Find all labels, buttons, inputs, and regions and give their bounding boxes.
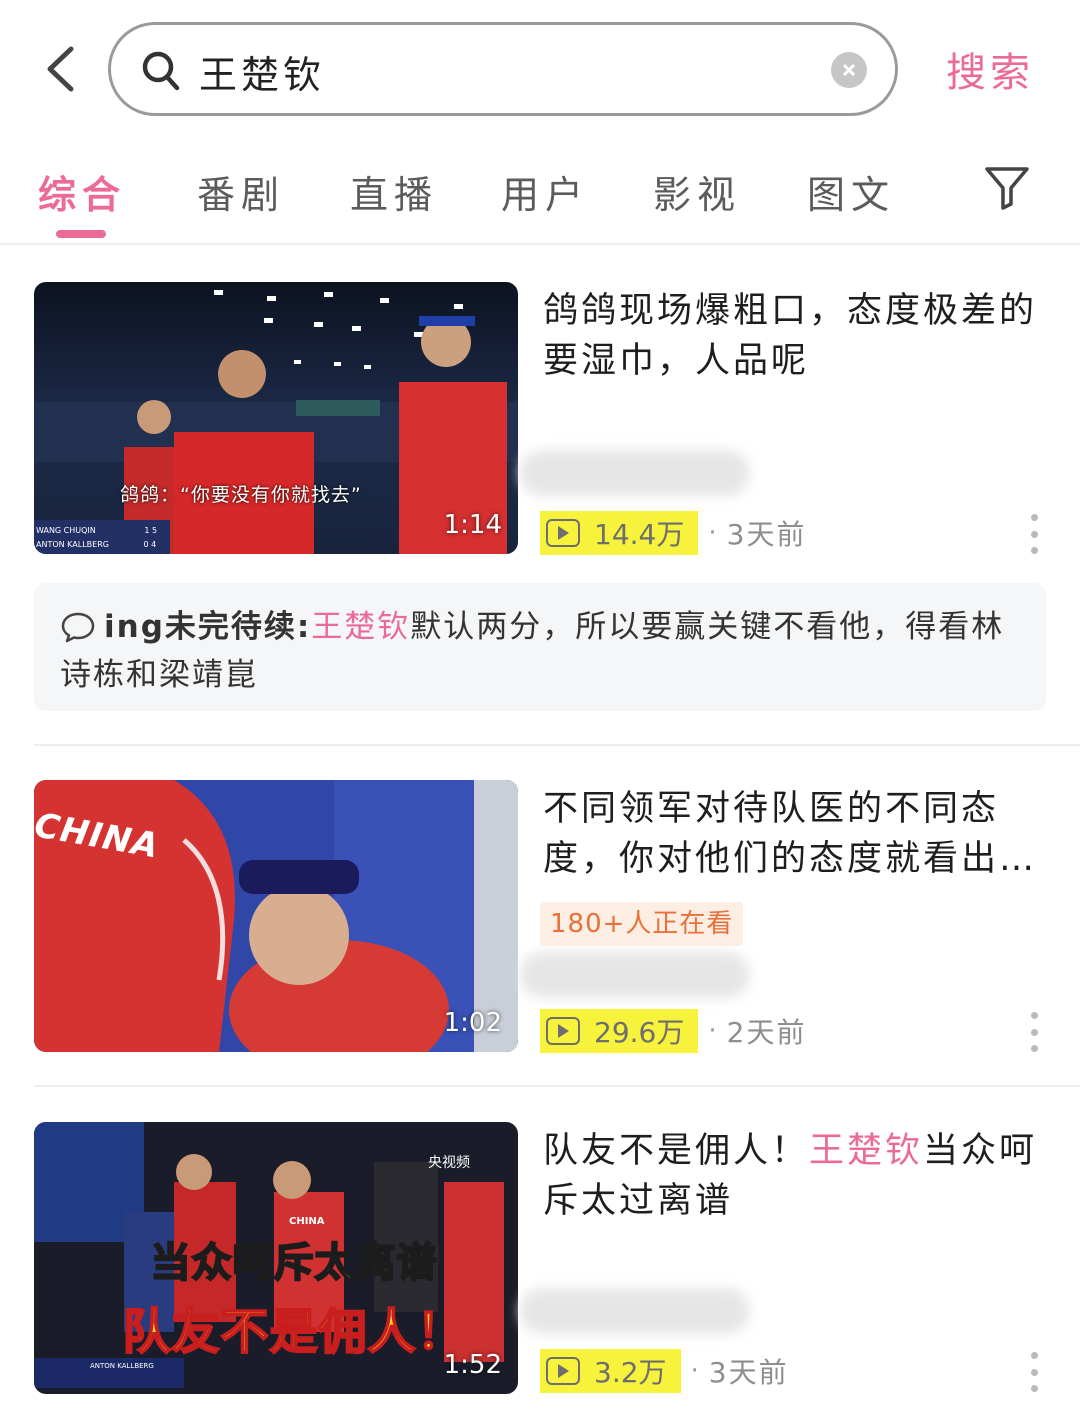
view-count: 14.4万 — [540, 511, 699, 555]
clear-search-button[interactable] — [831, 52, 867, 88]
scoreboard-name: ANTON KALLBERG — [90, 1362, 154, 1370]
play-count-icon — [546, 1357, 580, 1385]
thumbnail-caption-line1: 当众呵斥太离谱 — [150, 1239, 438, 1287]
tab-live[interactable]: 直播 — [350, 164, 438, 219]
more-options-button[interactable] — [1026, 1352, 1042, 1392]
category-tabs: 综合 番剧 直播 用户 影视 图文 — [0, 150, 1080, 245]
view-count: 3.2万 — [540, 1349, 681, 1393]
thumbnail-caption-line2: 队友不是佣人！ — [121, 1303, 466, 1361]
close-icon — [842, 63, 856, 77]
separator-dot: · — [690, 1356, 699, 1386]
video-thumbnail[interactable]: CHINA 1:02 — [34, 780, 518, 1052]
video-stats: 29.6万 · 2天前 — [540, 1008, 806, 1054]
more-options-button[interactable] — [1026, 1012, 1042, 1052]
publish-time: 2天前 — [726, 1016, 807, 1049]
search-header: 搜索 — [0, 0, 1080, 138]
video-duration: 1:52 — [443, 1350, 502, 1380]
title-part: 队友不是佣人！ — [543, 1131, 810, 1171]
play-count-icon — [546, 1017, 580, 1045]
related-comment[interactable]: ing未完待续:王楚钦默认两分，所以要赢关键不看他，得看林诗栋和梁靖崑 — [34, 583, 1046, 711]
video-duration: 1:14 — [443, 510, 502, 540]
publish-time: 3天前 — [708, 1356, 789, 1389]
score-2: 0 4 — [143, 540, 157, 549]
video-thumbnail[interactable]: 鸽鸽：“你要没有你就找去” WANG CHUQIN 1 5 ANTON KALL… — [34, 282, 518, 554]
score-1: 1 5 — [144, 526, 158, 535]
separator-dot: · — [708, 518, 717, 548]
tab-users[interactable]: 用户 — [501, 164, 589, 219]
tabs-divider — [0, 243, 1080, 245]
tab-anime[interactable]: 番剧 — [197, 164, 285, 219]
result-divider — [34, 1085, 1080, 1087]
uploader-name-blurred[interactable] — [520, 1288, 750, 1334]
video-stats: 3.2万 · 3天前 — [540, 1348, 789, 1394]
publish-time: 3天前 — [726, 518, 807, 551]
active-tab-indicator — [56, 230, 106, 238]
video-duration: 1:02 — [443, 1008, 502, 1038]
video-stats: 14.4万 · 3天前 — [540, 510, 806, 556]
score-player-2: ANTON KALLBERG — [36, 540, 109, 549]
title-keyword: 王楚钦 — [809, 1131, 924, 1171]
tab-comprehensive[interactable]: 综合 — [38, 164, 126, 219]
score-player-1: WANG CHUQIN — [36, 526, 96, 535]
uploader-name-blurred[interactable] — [520, 450, 750, 496]
comment-author: ing未完待续: — [104, 609, 312, 645]
search-icon — [142, 51, 180, 91]
tab-film-tv[interactable]: 影视 — [653, 164, 741, 219]
chevron-left-icon — [47, 46, 74, 92]
view-count-text: 29.6万 — [594, 1016, 685, 1049]
comment-icon — [61, 612, 95, 643]
back-button[interactable] — [40, 44, 80, 94]
video-title[interactable]: 不同领军对待队医的不同态度，你对他们的态度就看出… — [543, 784, 1043, 884]
live-watching-badge: 180+人正在看 — [540, 902, 744, 946]
scoreboard: WANG CHUQIN 1 5 ANTON KALLBERG 0 4 — [36, 524, 157, 552]
view-count-text: 3.2万 — [594, 1356, 667, 1389]
more-options-button[interactable] — [1026, 514, 1042, 554]
search-button[interactable]: 搜索 — [946, 40, 1034, 98]
channel-watermark: 央视频 — [428, 1155, 470, 1171]
view-count-text: 14.4万 — [594, 518, 685, 551]
view-count: 29.6万 — [540, 1009, 699, 1053]
thumbnail-subtitle: 鸽鸽：“你要没有你就找去” — [120, 484, 362, 506]
search-input[interactable] — [199, 43, 799, 99]
result-divider — [34, 744, 1080, 746]
play-count-icon — [546, 519, 580, 547]
video-thumbnail[interactable]: 当众呵斥太离谱 队友不是佣人！ 央视频 CHINA ANTON KALLBERG… — [34, 1122, 518, 1394]
tab-articles[interactable]: 图文 — [807, 164, 895, 219]
jersey-text: CHINA — [289, 1216, 325, 1227]
search-box[interactable] — [108, 22, 898, 116]
video-title[interactable]: 鸽鸽现场爆粗口，态度极差的要湿巾，人品呢 — [543, 286, 1043, 386]
filter-icon[interactable] — [984, 164, 1030, 210]
uploader-name-blurred[interactable] — [520, 952, 750, 998]
video-title[interactable]: 队友不是佣人！王楚钦当众呵斥太过离谱 — [543, 1126, 1043, 1226]
separator-dot: · — [708, 1016, 717, 1046]
comment-keyword: 王楚钦 — [311, 609, 411, 645]
